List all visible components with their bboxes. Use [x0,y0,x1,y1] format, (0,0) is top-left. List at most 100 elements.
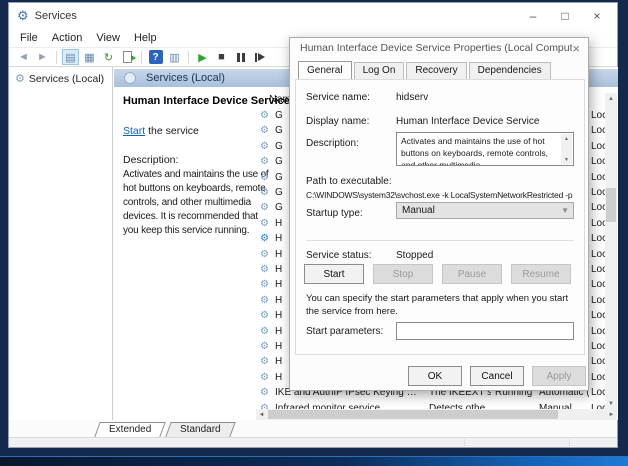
status-separator [569,439,570,446]
minimize-button[interactable]: – [517,4,549,28]
resume-button: Resume [511,264,571,284]
description-scrollbar[interactable]: ▲ ▼ [561,134,572,164]
ok-button[interactable]: OK [408,366,462,386]
service-properties-dialog: Human Interface Device Service Propertie… [289,37,589,391]
forward-icon[interactable]: ► [34,49,51,65]
service-gear-icon: ⚙ [260,341,269,352]
service-gear-icon: ⚙ [260,125,269,136]
startup-type-label: Startup type: [306,208,363,219]
stop-service-icon[interactable]: ■ [213,49,230,65]
properties-icon[interactable]: ▦ [81,49,98,65]
window-title: Services [35,10,77,22]
view-tab-extended[interactable]: Extended [94,422,166,437]
restart-service-icon[interactable] [251,49,268,65]
maximize-button[interactable]: □ [549,4,581,28]
start-button[interactable]: Start [304,264,364,284]
view-tab-standard[interactable]: Standard [166,422,236,437]
service-gear-icon: ⚙ [260,218,269,229]
description-label: Description: [306,138,359,149]
divider [306,240,574,241]
toolbar-separator [56,51,57,64]
services-window: ⚙ Services –□× FileActionViewHelp ◄►▤▦↻?… [8,2,618,448]
description-field[interactable]: Activates and maintains the use of hot b… [396,132,574,166]
vertical-scroll-thumb[interactable] [606,188,616,222]
pause-service-icon[interactable] [232,49,249,65]
view-tab-strip: ExtendedStandard [9,420,617,437]
show-action-pane-icon[interactable]: ▥ [166,49,183,65]
service-name-label: Service name: [306,92,370,103]
banner-gear-icon [124,72,136,84]
service-status-label: Service status: [306,250,372,261]
menu-view[interactable]: View [89,32,127,44]
status-bar [9,437,617,447]
pause-button: Pause [442,264,502,284]
dialog-tab-log-on[interactable]: Log On [354,62,405,79]
service-gear-icon: ⚙ [260,110,269,121]
startup-type-value: Manual [402,205,435,216]
service-gear-icon: ⚙ [260,295,269,306]
taskbar-edge [0,456,628,466]
display-name-value: Human Interface Device Service [396,116,539,127]
service-gear-icon: ⚙ [260,187,269,198]
service-gear-icon: ⚙ [260,264,269,275]
start-parameters-label: Start parameters: [306,326,383,337]
start-service-icon[interactable]: ▶ [194,49,211,65]
service-gear-icon: ⚙ [260,387,269,398]
dialog-title: Human Interface Device Service Propertie… [300,42,572,54]
path-to-executable-label: Path to executable: [306,176,392,187]
service-gear-icon: ⚙ [260,202,269,213]
toolbar-separator [188,51,189,64]
scroll-up-icon[interactable]: ▲ [605,93,617,104]
console-tree-pane: ⚙ Services (Local) [9,67,113,420]
dialog-tab-recovery[interactable]: Recovery [406,62,466,79]
path-to-executable-value: C:\WINDOWS\system32\svchost.exe -k Local… [306,190,572,200]
tree-item-label: Services (Local) [29,73,104,85]
dialog-tab-dependencies[interactable]: Dependencies [469,62,551,79]
start-parameters-hint: You can specify the start parameters tha… [306,292,578,318]
scroll-up-icon[interactable]: ▲ [561,134,572,143]
start-parameters-input[interactable] [396,322,574,340]
horizontal-scroll-thumb[interactable] [268,410,558,419]
scroll-down-icon[interactable]: ▼ [561,155,572,164]
menu-file[interactable]: File [13,32,45,44]
scroll-right-icon[interactable]: ► [606,409,617,420]
close-button[interactable]: × [581,4,613,28]
stop-button: Stop [373,264,433,284]
vertical-scrollbar[interactable]: ▲ ▼ [605,93,617,409]
apply-button: Apply [532,366,586,386]
menu-help[interactable]: Help [127,32,164,44]
tree-item-services-local[interactable]: ⚙ Services (Local) [9,67,112,85]
banner-title: Services (Local) [146,72,225,84]
service-gear-icon: ⚙ [260,233,269,244]
status-separator [464,439,465,446]
service-gear-icon: ⚙ [260,172,269,183]
service-status-value: Stopped [396,250,433,261]
show-console-tree-icon[interactable]: ▤ [62,49,79,65]
help-icon[interactable]: ? [147,49,164,65]
service-gear-icon: ⚙ [260,326,269,337]
cancel-button[interactable]: Cancel [470,366,524,386]
services-gear-icon: ⚙ [15,72,25,85]
menu-action[interactable]: Action [45,32,90,44]
dialog-tab-general[interactable]: General [298,61,352,79]
startup-type-select[interactable]: Manual ▼ [396,202,574,219]
chevron-down-icon: ▼ [561,206,569,215]
description-value: Activates and maintains the use of hot b… [401,136,548,166]
scroll-down-icon[interactable]: ▼ [605,398,617,409]
toolbar-separator [141,51,142,64]
export-list-icon[interactable] [119,49,136,65]
service-gear-icon: ⚙ [260,356,269,367]
title-bar: ⚙ Services –□× [9,3,617,29]
service-gear-icon: ⚙ [260,249,269,260]
refresh-icon[interactable]: ↻ [100,49,117,65]
back-icon[interactable]: ◄ [15,49,32,65]
service-name-value: hidserv [396,92,428,103]
service-gear-icon: ⚙ [260,141,269,152]
dialog-close-icon[interactable]: × [572,41,580,56]
service-gear-icon: ⚙ [260,310,269,321]
dialog-title-bar: Human Interface Device Service Propertie… [290,38,588,58]
display-name-label: Display name: [306,116,369,127]
scroll-left-icon[interactable]: ◄ [256,409,267,420]
horizontal-scrollbar[interactable]: ◄ ► [256,409,617,420]
service-gear-icon: ⚙ [260,279,269,290]
